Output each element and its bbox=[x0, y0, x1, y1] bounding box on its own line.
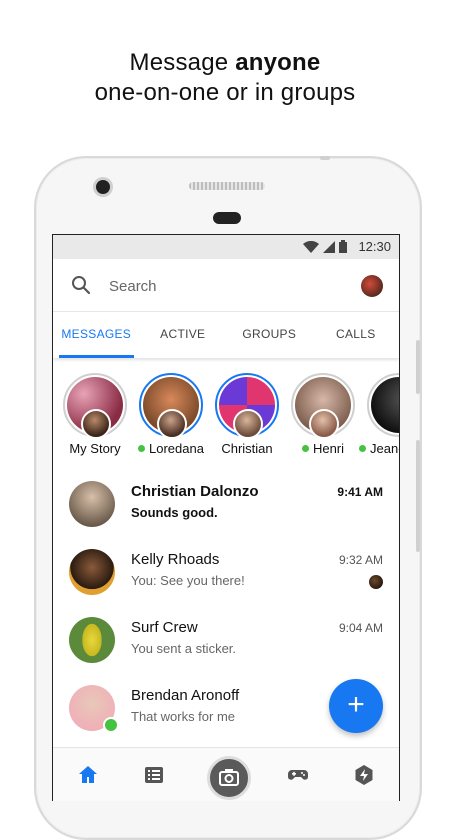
story-photo bbox=[371, 377, 399, 433]
story-ring bbox=[367, 373, 399, 437]
status-bar: 12:30 bbox=[53, 235, 399, 259]
tab-calls[interactable]: CALLS bbox=[313, 312, 400, 358]
conversation-preview: Sounds good. bbox=[131, 505, 218, 520]
conversation-kelly-rhoads[interactable]: Kelly Rhoads You: See you there! 9:32 AM bbox=[53, 541, 399, 609]
online-indicator bbox=[359, 445, 366, 452]
home-icon[interactable] bbox=[77, 764, 99, 786]
list-icon[interactable] bbox=[143, 764, 165, 786]
story-name: Henri bbox=[285, 441, 361, 456]
front-camera bbox=[96, 180, 110, 194]
story-christian[interactable]: Christian bbox=[215, 373, 279, 463]
bottom-nav bbox=[53, 747, 399, 801]
story-name: Loredana bbox=[133, 441, 209, 456]
conversation-time: 9:41 AM bbox=[337, 485, 383, 499]
conversation-name: Kelly Rhoads bbox=[131, 551, 220, 568]
conversation-name: Surf Crew bbox=[131, 619, 198, 636]
headline-bold: anyone bbox=[235, 49, 321, 76]
story-henri[interactable]: Henri bbox=[291, 373, 355, 463]
story-my-story[interactable]: My Story bbox=[63, 373, 127, 463]
volume-button bbox=[416, 440, 420, 552]
tab-bar: MESSAGES ACTIVE GROUPS CALLS bbox=[53, 311, 399, 358]
headline-prefix: Message bbox=[129, 49, 236, 76]
battery-icon bbox=[339, 240, 347, 253]
top-button bbox=[320, 156, 330, 160]
wifi-icon bbox=[303, 240, 319, 253]
avatar bbox=[69, 549, 115, 595]
story-name: Christian bbox=[221, 441, 273, 456]
tab-groups[interactable]: GROUPS bbox=[226, 312, 313, 358]
games-icon[interactable] bbox=[287, 764, 309, 786]
conversation-preview: That works for me bbox=[131, 709, 236, 724]
phone-screen: 12:30 MESSAGES ACTIVE GROUPS CALLS My St… bbox=[52, 234, 400, 801]
power-button bbox=[416, 340, 420, 394]
avatar bbox=[309, 409, 339, 439]
conversation-time: 9:04 AM bbox=[338, 621, 383, 635]
status-time: 12:30 bbox=[358, 239, 391, 254]
camera-button[interactable] bbox=[207, 756, 251, 800]
avatar bbox=[157, 409, 187, 439]
search-input[interactable] bbox=[107, 273, 331, 299]
seen-avatar bbox=[369, 575, 383, 589]
signal-icon bbox=[323, 240, 335, 253]
story-name: My Story bbox=[69, 441, 121, 456]
headline-line-1: Message anyone bbox=[0, 48, 450, 78]
earpiece-speaker bbox=[189, 182, 265, 190]
new-message-button[interactable]: + bbox=[329, 679, 383, 733]
conversation-preview: You sent a sticker. bbox=[131, 641, 237, 656]
story-jean[interactable]: Jean- bbox=[359, 373, 399, 463]
proximity-sensor bbox=[213, 212, 241, 224]
avatar bbox=[81, 409, 111, 439]
conversation-time: 9:32 AM bbox=[338, 553, 383, 567]
status-icons bbox=[303, 240, 347, 253]
avatar bbox=[69, 481, 115, 527]
conversation-surf-crew[interactable]: Surf Crew You sent a sticker. 9:04 AM bbox=[53, 609, 399, 677]
conversation-name: Brendan Aronoff bbox=[131, 687, 240, 704]
online-indicator bbox=[138, 445, 146, 452]
discover-icon[interactable] bbox=[353, 764, 375, 786]
tab-active[interactable]: ACTIVE bbox=[140, 312, 227, 358]
camera-icon bbox=[219, 769, 239, 786]
plus-icon: + bbox=[347, 688, 365, 721]
search-bar bbox=[53, 259, 399, 311]
profile-avatar[interactable] bbox=[361, 275, 383, 297]
tab-messages[interactable]: MESSAGES bbox=[53, 312, 140, 358]
search-icon[interactable] bbox=[71, 275, 91, 295]
avatar bbox=[233, 409, 263, 439]
online-indicator bbox=[301, 445, 309, 452]
online-indicator bbox=[103, 717, 119, 733]
conversation-name: Christian Dalonzo bbox=[131, 483, 259, 500]
story-loredana[interactable]: Loredana bbox=[138, 373, 204, 463]
story-name: Jean- bbox=[359, 441, 400, 456]
conversation-preview: You: See you there! bbox=[131, 573, 245, 588]
story-name-text: Loredana bbox=[149, 441, 204, 456]
avatar bbox=[69, 617, 115, 663]
story-name-text: Henri bbox=[312, 441, 345, 456]
story-name-text: Jean- bbox=[370, 441, 400, 456]
stories-row: My Story Loredana Christian Henri Jean- bbox=[53, 373, 399, 463]
headline-line-2: one-on-one or in groups bbox=[94, 79, 356, 106]
conversation-christian-dalonzo[interactable]: Christian Dalonzo Sounds good. 9:41 AM bbox=[53, 473, 399, 541]
